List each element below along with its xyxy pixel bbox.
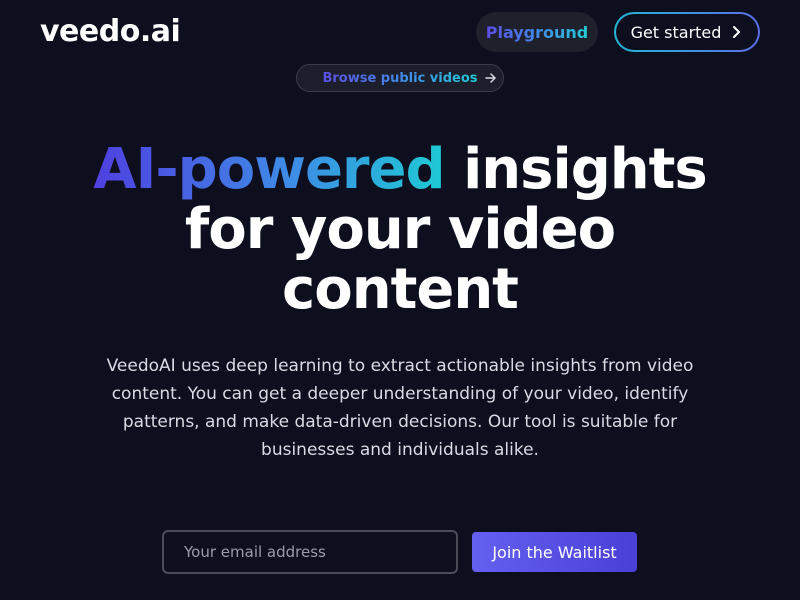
landing-page: veedo.ai Playground Get started Browse p… [0, 0, 800, 600]
playground-label: Playground [485, 22, 589, 42]
browse-public-videos-label: Browse public videos [322, 70, 478, 86]
hero-headline: AI-powered insights for your video conte… [0, 140, 800, 320]
playground-button[interactable]: Playground [476, 12, 598, 52]
get-started-button[interactable]: Get started [614, 12, 760, 52]
arrow-right-icon [484, 71, 498, 85]
join-waitlist-button[interactable]: Join the Waitlist [472, 532, 637, 572]
hero-headline-highlight: AI-powered [93, 137, 445, 202]
browse-public-videos-link[interactable]: Browse public videos [296, 64, 504, 92]
chevron-right-icon [729, 25, 743, 39]
get-started-inner: Get started [616, 14, 758, 50]
hero-headline-line2: for your video [184, 197, 616, 262]
hero-subtitle: VeedoAI uses deep learning to extract ac… [106, 356, 694, 460]
brand-logo[interactable]: veedo.ai [40, 14, 181, 49]
get-started-label: Get started [630, 22, 722, 42]
email-input[interactable] [162, 530, 458, 574]
hero-headline-line1: insights [444, 137, 708, 202]
hero-headline-line3: content [282, 257, 519, 322]
